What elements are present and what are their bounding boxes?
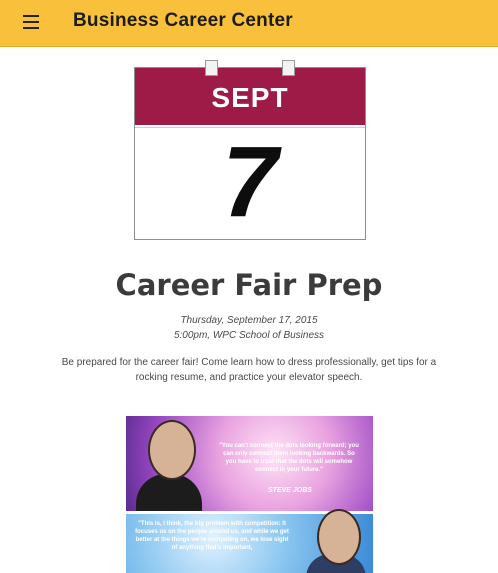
event-description: Be prepared for the career fair! Come le…	[61, 357, 437, 383]
event-date: Thursday, September 17, 2015	[180, 315, 318, 326]
top-app-bar: Business Career Center	[0, 0, 498, 47]
quote-illustration: "You can't connect the dots looking forw…	[126, 416, 373, 573]
top-quote-author: STEVE JOBS	[268, 487, 312, 494]
top-quote-text: "You can't connect the dots looking forw…	[219, 443, 359, 473]
calendar-date-graphic: SEPT 7	[134, 60, 366, 240]
hamburger-menu-icon[interactable]	[23, 15, 39, 29]
calendar-ring-icon	[282, 60, 295, 76]
calendar-ring-icon	[205, 60, 218, 76]
calendar-month: SEPT	[211, 82, 289, 113]
event-title: Career Fair Prep	[115, 268, 383, 302]
bottom-quote-text: "This is, I think, the big problem with …	[135, 521, 289, 551]
site-title[interactable]: Business Career Center	[73, 10, 293, 32]
event-time: 5:00pm, WPC School of Business	[173, 330, 325, 341]
second-portrait	[317, 509, 361, 565]
steve-jobs-portrait	[148, 420, 196, 480]
calendar-day: 7	[222, 126, 278, 238]
